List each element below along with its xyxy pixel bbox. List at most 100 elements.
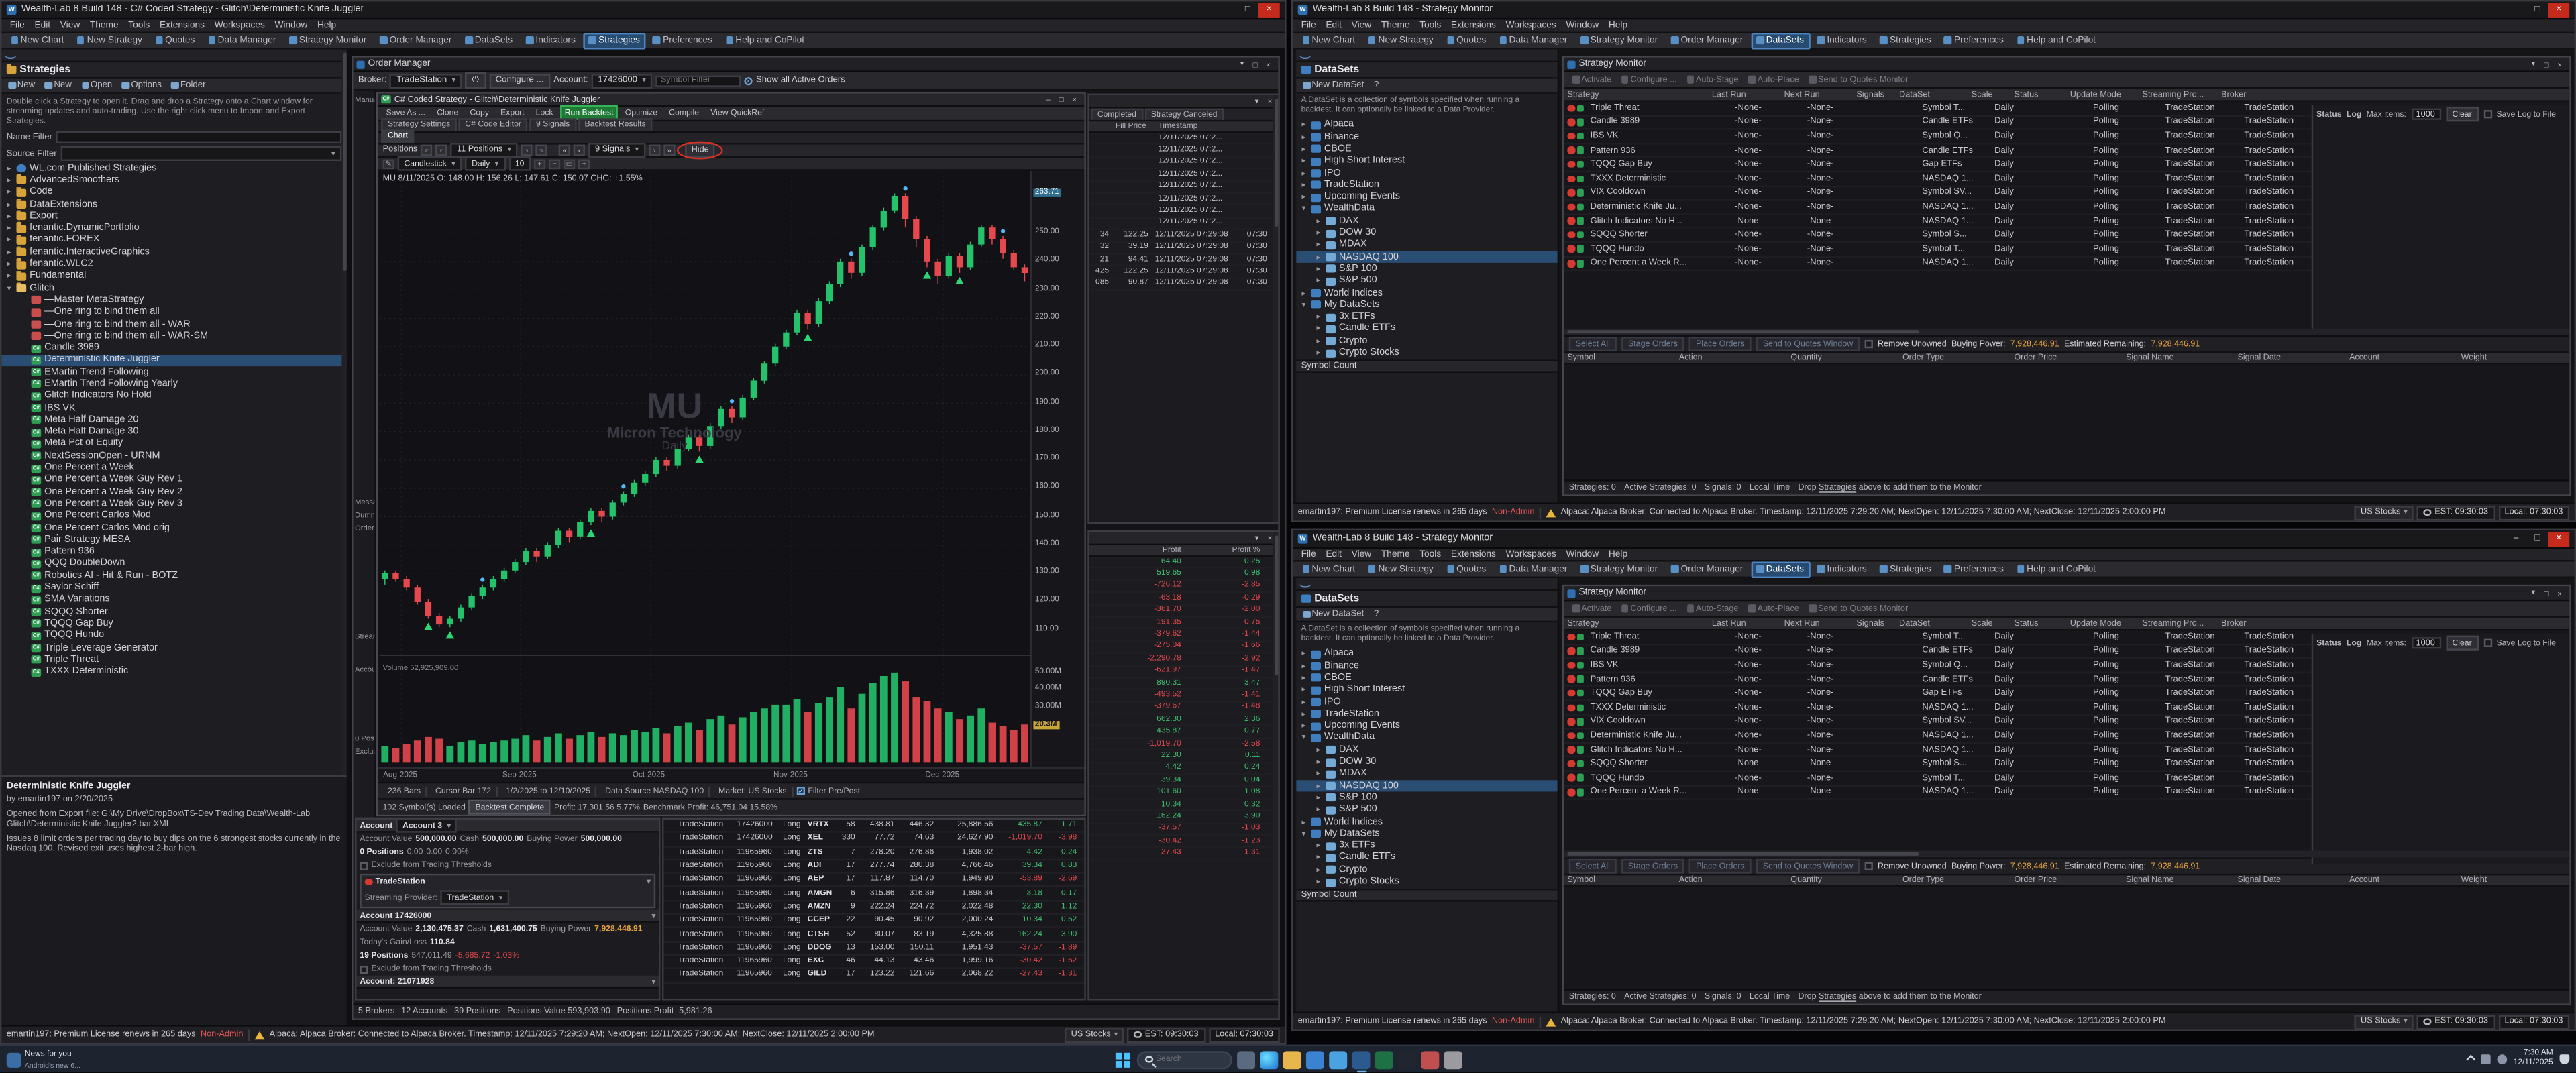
status-tab[interactable]: Status xyxy=(2316,109,2341,119)
tree-item[interactable]: One Percent Carlos Mod xyxy=(1,510,346,522)
expand-arrow-icon[interactable]: ▸ xyxy=(1314,757,1322,767)
toolbar-button[interactable]: Strategy Monitor xyxy=(1574,32,1663,48)
chart-tab[interactable]: Backtest Results xyxy=(578,117,653,131)
dataset-tree-item[interactable]: ▾ WealthData xyxy=(1296,203,1557,215)
menu-item[interactable]: Help xyxy=(1604,549,1633,559)
toolbar-button[interactable]: New Chart xyxy=(5,32,70,48)
tray-expand-icon[interactable] xyxy=(2466,1055,2475,1064)
tree-item[interactable]: ▸ DataExtensions xyxy=(1,199,346,211)
expand-arrow-icon[interactable]: ▸ xyxy=(1314,252,1322,262)
dataset-tree-item[interactable]: ▸ DOW 30 xyxy=(1296,756,1557,769)
exclude-checkbox[interactable] xyxy=(360,862,368,870)
tree-item[interactable]: Pattern 936 xyxy=(1,546,346,558)
toolbar-button[interactable]: Strategies xyxy=(583,32,646,48)
expand-arrow-icon[interactable]: ▸ xyxy=(1314,217,1322,227)
tree-item[interactable]: ▸ Fundamental xyxy=(1,270,346,282)
tree-item[interactable]: ▸ fenantic.FOREX xyxy=(1,235,346,247)
toolbar-button[interactable]: Strategies xyxy=(1874,561,1937,577)
order-row[interactable]: 085 90.87 12/11/2025 07:29:08 07:30 xyxy=(1089,279,1279,291)
sm-maximize-button[interactable]: □ xyxy=(2540,587,2553,599)
clear-log-button[interactable]: Clear xyxy=(2446,636,2479,651)
broker-select[interactable]: TradeStation▾ xyxy=(390,73,462,88)
menu-item[interactable]: File xyxy=(1296,549,1321,559)
symbol-count-header[interactable]: Symbol Count xyxy=(1296,359,1557,373)
toolbar-button[interactable]: Data Manager xyxy=(1493,32,1573,48)
tree-item[interactable]: Robotics AI - Hit & Run - BOTZ xyxy=(1,570,346,582)
expand-arrow-icon[interactable]: ▸ xyxy=(1299,817,1307,827)
zoom-in-icon[interactable]: + xyxy=(534,158,545,168)
order-row[interactable]: 12/11/2025 07:2... xyxy=(1089,218,1279,230)
new-dataset-button[interactable]: New DataSet xyxy=(1299,80,1367,91)
tree-item[interactable]: Saylor Schiff xyxy=(1,582,346,594)
tree-item[interactable]: ▸ AdvancedSmoothers xyxy=(1,174,346,186)
first-position-button[interactable]: « xyxy=(421,145,432,156)
strategies-toolbar-button[interactable]: Open xyxy=(78,80,116,91)
signal-column-header[interactable]: Weight xyxy=(2458,876,2570,886)
sm-column-header[interactable]: Last Run xyxy=(1709,618,1781,628)
close-button[interactable]: × xyxy=(2548,531,2569,546)
position-row[interactable]: TradeStation 11965960 Long ADI 17 277.74… xyxy=(663,860,1084,874)
toolbar-button[interactable]: Data Manager xyxy=(202,32,282,48)
order-row[interactable]: 34 122.25 12/11/2025 07:29:08 07:30 xyxy=(1089,230,1279,242)
network-icon[interactable] xyxy=(2481,1055,2491,1065)
expand-arrow-icon[interactable]: ▸ xyxy=(1314,769,1322,779)
chart-toolbar-button[interactable]: View QuickRef xyxy=(706,105,769,120)
tree-item[interactable]: Meta Half Damage 20 xyxy=(1,414,346,427)
expand-arrow-icon[interactable]: ▸ xyxy=(1299,180,1307,190)
dataset-tree-item[interactable]: ▸ TradeStation xyxy=(1296,180,1557,192)
notification-bell-icon[interactable] xyxy=(2560,1055,2570,1065)
status-tab[interactable]: Status xyxy=(2316,638,2341,648)
minimize-button[interactable]: – xyxy=(2506,531,2527,546)
tree-item[interactable]: Glitch Indicators No Hold xyxy=(1,390,346,402)
strategy-monitor-titlebar[interactable]: Strategy Monitor ▾ □ × xyxy=(1564,586,2569,601)
dataset-tree-item[interactable]: ▸ TradeStation xyxy=(1296,708,1557,720)
strategies-scrollbar[interactable] xyxy=(341,49,346,775)
last-signal-button[interactable]: » xyxy=(663,145,675,156)
sm-column-header[interactable]: Update Mode xyxy=(2067,618,2139,628)
cp-scrollbar[interactable] xyxy=(1273,95,1278,522)
side-fragment[interactable]: Message xyxy=(355,498,376,506)
order-row[interactable]: 425 122.25 12/11/2025 07:29:08 07:30 xyxy=(1089,266,1279,278)
strategies-toolbar-button[interactable]: New xyxy=(42,80,75,91)
om-maximize-button[interactable]: □ xyxy=(1248,58,1262,70)
toolbar-button[interactable]: Data Manager xyxy=(1493,561,1573,577)
task-view-icon[interactable] xyxy=(1237,1051,1255,1069)
toolbar-button[interactable]: DataSets xyxy=(1750,561,1809,577)
strategies-toolbar-button[interactable]: New xyxy=(5,80,38,91)
sm-column-header[interactable]: Scale xyxy=(1968,618,2011,628)
menu-item[interactable]: Tools xyxy=(1415,21,1446,31)
cp-col-timestamp[interactable]: Timestamp xyxy=(1155,122,1270,130)
expand-arrow-icon[interactable]: ▸ xyxy=(1314,325,1322,335)
sm-column-header[interactable]: Strategy xyxy=(1564,89,1709,99)
dataset-tree-item[interactable]: ▸ DOW 30 xyxy=(1296,227,1557,239)
order-row[interactable]: 12/11/2025 07:2... xyxy=(1089,182,1279,194)
next-position-button[interactable]: › xyxy=(521,145,533,156)
sm-toolbar-button[interactable]: Auto-Stage xyxy=(1684,74,1742,84)
tree-item[interactable]: —One ring to bind them all - WAR xyxy=(1,319,346,331)
mail-icon[interactable] xyxy=(1329,1051,1347,1069)
tree-item[interactable]: SMA Variations xyxy=(1,594,346,606)
dataset-tree-item[interactable]: ▸ Candle ETFs xyxy=(1296,852,1557,864)
signal-column-header[interactable]: Signal Date xyxy=(2235,876,2347,886)
profit-row[interactable]: 64.40 0.25 xyxy=(1089,557,1279,569)
menu-item[interactable]: Edit xyxy=(1321,549,1346,559)
show-all-radio[interactable] xyxy=(745,76,753,84)
expand-arrow-icon[interactable]: ▸ xyxy=(1299,133,1307,143)
profit-row[interactable]: 101.60 1.08 xyxy=(1089,787,1279,799)
position-row[interactable]: TradeStation 11965960 Long DDOG 13 153.0… xyxy=(663,942,1084,956)
profit-row[interactable]: -621.97 -1.47 xyxy=(1089,666,1279,678)
order-manager-titlebar[interactable]: Order Manager ▾ □ × xyxy=(354,58,1279,72)
tree-item[interactable]: TQQQ Hundo xyxy=(1,630,346,642)
sm-toolbar-button[interactable]: Auto-Stage xyxy=(1684,604,1742,614)
dataset-tree-item[interactable]: ▸ Crypto Stocks xyxy=(1296,347,1557,359)
zoom-out-icon[interactable]: − xyxy=(549,158,560,168)
dataset-tree-item[interactable]: ▸ CBOE xyxy=(1296,144,1557,156)
om-close-button[interactable]: × xyxy=(1262,58,1275,70)
toolbar-button[interactable]: Help and CoPilot xyxy=(720,32,810,48)
expand-arrow-icon[interactable]: ▸ xyxy=(1299,685,1307,695)
strategy-monitor-titlebar[interactable]: Strategy Monitor ▾ □ × xyxy=(1564,58,2569,72)
sm-toolbar-button[interactable]: Configure ... xyxy=(1618,74,1680,84)
last-position-button[interactable]: » xyxy=(536,145,547,156)
expand-arrow-icon[interactable]: ▸ xyxy=(1314,264,1322,274)
expand-arrow-icon[interactable]: ▸ xyxy=(1314,745,1322,755)
